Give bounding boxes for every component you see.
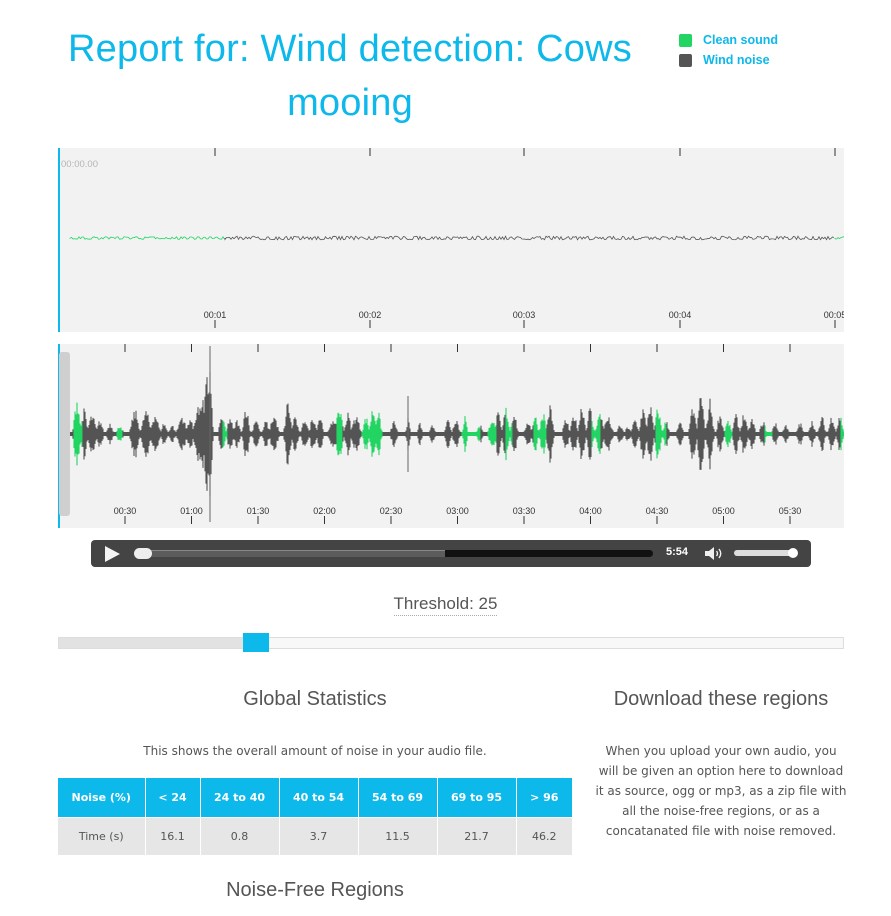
- table-header-cell: 24 to 40: [200, 778, 280, 817]
- play-icon[interactable]: [105, 545, 120, 562]
- noise-statistics-table: Noise (%) < 24 24 to 40 40 to 54 54 to 6…: [58, 778, 572, 855]
- threshold-slider-handle[interactable]: [242, 633, 269, 652]
- legend: Clean sound Wind noise: [679, 30, 778, 70]
- table-cell: 0.8: [200, 816, 280, 855]
- waveform-zoom-canvas[interactable]: 00:01 00:02 00:03 00:04 00:05: [60, 148, 844, 332]
- zoom-tick-label: 00:04: [669, 310, 692, 320]
- cursor-time: 00:00.00: [61, 159, 98, 170]
- table-header-cell: > 96: [516, 778, 572, 817]
- table-cell: 46.2: [516, 816, 572, 855]
- overview-tick-label: 02:30: [380, 506, 403, 516]
- global-statistics-heading: Global Statistics: [243, 688, 387, 710]
- legend-label: Wind noise: [703, 53, 770, 67]
- seek-knob[interactable]: [134, 548, 152, 559]
- overview-tick-label: 04:30: [646, 506, 669, 516]
- clean-sound-segment: [69, 235, 225, 240]
- wind-noise-segment: [224, 235, 835, 241]
- zoom-tick-label: 00:05: [824, 310, 844, 320]
- volume-knob[interactable]: [788, 548, 798, 558]
- legend-item-wind-noise[interactable]: Wind noise: [679, 50, 778, 70]
- table-cell: 16.1: [145, 816, 201, 855]
- zoom-tick-label: 00:02: [359, 310, 382, 320]
- overview-tick-label: 01:30: [247, 506, 270, 516]
- threshold-label-wrap: Threshold: 25: [0, 594, 891, 616]
- threshold-label: Threshold: 25: [393, 594, 498, 616]
- table-header-cell: 54 to 69: [358, 778, 438, 817]
- legend-item-clean-sound[interactable]: Clean sound: [679, 30, 778, 50]
- table-header-cell: Noise (%): [58, 778, 146, 817]
- clean-sound-swatch-icon: [679, 33, 692, 47]
- threshold-slider-fill: [59, 638, 256, 648]
- waveform-scroll-handle[interactable]: [59, 352, 70, 516]
- audio-player: 5:54: [91, 540, 811, 567]
- overview-tick-label: 01:00: [180, 506, 203, 516]
- table-header-cell: < 24: [145, 778, 201, 817]
- table-header-cell: 69 to 95: [437, 778, 517, 817]
- table-header-row: Noise (%) < 24 24 to 40 40 to 54 54 to 6…: [58, 778, 572, 817]
- overview-tick-label: 03:30: [513, 506, 536, 516]
- overview-tick-label: 04:00: [579, 506, 602, 516]
- volume-icon[interactable]: [704, 546, 724, 561]
- table-row: Time (s) 16.1 0.8 3.7 11.5 21.7 46.2: [58, 816, 572, 855]
- table-cell: 11.5: [358, 816, 438, 855]
- seek-buffered: [134, 550, 446, 557]
- overview-tick-label: 05:00: [712, 506, 735, 516]
- zoom-tick-label: 00:03: [513, 310, 536, 320]
- zoom-tick-label: 00:01: [204, 310, 227, 320]
- wind-noise-swatch-icon: [679, 53, 692, 67]
- legend-label: Clean sound: [703, 33, 779, 47]
- waveform-overview-canvas[interactable]: 00:30 01:00 01:30 02:00 02:30 03:00 03:30 04:00…: [60, 344, 844, 528]
- download-regions-heading: Download these regions: [613, 688, 829, 710]
- overview-tick-label: 05:30: [779, 506, 802, 516]
- table-cell: Time (s): [58, 816, 146, 855]
- overview-tick-label: 03:00: [446, 506, 469, 516]
- page-title: Report for: Wind detection: Cows mooing: [68, 28, 632, 124]
- duration-label: 5:54: [666, 546, 689, 558]
- threshold-slider[interactable]: [58, 633, 844, 652]
- overview-tick-label: 00:30: [114, 506, 137, 516]
- table-cell: 3.7: [279, 816, 359, 855]
- clean-sound-segment: [834, 236, 844, 240]
- overview-tick-label: 02:00: [313, 506, 336, 516]
- table-cell: 21.7: [437, 816, 517, 855]
- waveform-overview[interactable]: 00:30 01:00 01:30 02:00 02:30 03:00 03:30 04:00…: [58, 344, 844, 528]
- table-header-cell: 40 to 54: [279, 778, 359, 817]
- global-statistics-description: This shows the overall amount of noise i…: [143, 744, 487, 758]
- download-regions-description: When you upload your own audio, you will…: [595, 744, 847, 838]
- volume-slider[interactable]: [734, 550, 796, 556]
- waveform-zoom-view[interactable]: 00:01 00:02 00:03 00:04 00:05 00:00.00: [58, 148, 844, 332]
- noise-free-regions-heading: Noise-Free Regions: [226, 879, 404, 901]
- seek-bar[interactable]: [134, 550, 653, 557]
